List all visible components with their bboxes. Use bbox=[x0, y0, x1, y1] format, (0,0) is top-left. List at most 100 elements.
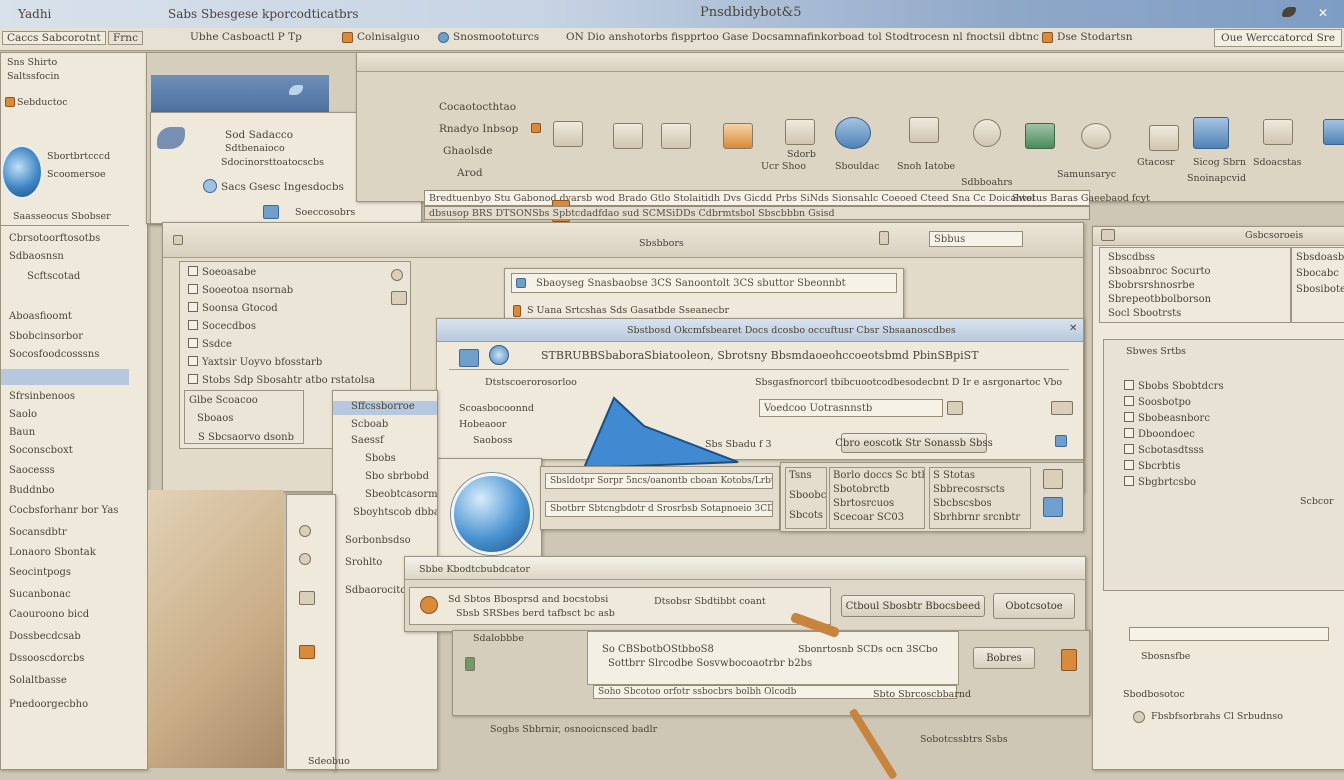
right-panel-tab[interactable]: Gsbcsoroeis bbox=[1245, 230, 1303, 241]
right-item[interactable]: Sbobeasnborc bbox=[1124, 412, 1210, 424]
calendar-icon[interactable] bbox=[1043, 469, 1063, 489]
folder-icon[interactable] bbox=[723, 123, 753, 149]
secondary-button[interactable]: Obotcsotoe bbox=[993, 593, 1075, 619]
info-line[interactable]: Sacs Gsesc Ingesdocbs bbox=[221, 181, 344, 193]
sidebar-item[interactable]: Aboasfioomt bbox=[9, 311, 72, 322]
grid-cell[interactable]: Sbrtosrcuos bbox=[833, 498, 894, 509]
list-item[interactable]: Scboab bbox=[351, 419, 388, 430]
tab-item[interactable]: Snosmoototurcs bbox=[438, 31, 539, 43]
window-icon[interactable] bbox=[879, 231, 889, 245]
tab-item[interactable]: Oue Werccatorcd Sre bbox=[1214, 29, 1343, 47]
monitor-icon[interactable] bbox=[1193, 117, 1229, 149]
window-icon[interactable] bbox=[1323, 119, 1344, 145]
gear-icon[interactable] bbox=[391, 269, 403, 281]
checkbox[interactable] bbox=[188, 338, 198, 348]
close-icon[interactable]: ✕ bbox=[1318, 6, 1332, 20]
right-side-item[interactable]: Scbcor bbox=[1300, 496, 1334, 507]
graph-icon[interactable] bbox=[1263, 119, 1293, 145]
group-item[interactable]: Sboaos bbox=[197, 413, 233, 424]
radio-icon[interactable] bbox=[1133, 711, 1145, 723]
sidebar-item[interactable]: Caouroono bicd bbox=[9, 609, 89, 620]
right-item[interactable]: Sbcrbtis bbox=[1124, 460, 1180, 472]
sidebar-item[interactable]: Sucanbonac bbox=[9, 589, 71, 600]
sidebar-item-selected[interactable] bbox=[1, 369, 129, 385]
grid-cell[interactable]: Sbotobrctb bbox=[833, 484, 890, 495]
list-item[interactable]: Saessf bbox=[351, 435, 384, 446]
checkbox[interactable] bbox=[1124, 444, 1134, 454]
grid-cell[interactable]: Scecoar SC03 bbox=[833, 512, 904, 523]
list-item[interactable]: Sorbonbsdso bbox=[345, 535, 411, 546]
right-input[interactable] bbox=[1129, 627, 1329, 641]
primary-button[interactable]: Ctboul Sbosbtr Bbocsbeed bbox=[841, 595, 985, 617]
tab-item[interactable]: Frnc bbox=[108, 31, 143, 45]
right-item[interactable]: Sbscdbss bbox=[1108, 252, 1155, 263]
document-icon[interactable] bbox=[661, 123, 691, 149]
sidebar-item[interactable]: Cbrsotoorftosotbs bbox=[9, 233, 100, 244]
badge-button[interactable]: Bobres bbox=[973, 647, 1035, 669]
right-item[interactable]: Scbotasdtsss bbox=[1124, 444, 1204, 456]
list-item[interactable]: Socecdbos bbox=[188, 320, 256, 332]
right-item[interactable]: Sbsoabnroc Socurto bbox=[1108, 266, 1211, 277]
checkbox[interactable] bbox=[188, 356, 198, 366]
mail-icon[interactable] bbox=[909, 117, 939, 143]
refresh-icon[interactable] bbox=[1081, 123, 1111, 149]
grid-cell[interactable]: S Stotas bbox=[933, 470, 975, 481]
tab-item[interactable]: Caccs Sabcorotnt bbox=[2, 31, 106, 45]
tab-item[interactable]: Colnisalguo bbox=[342, 31, 420, 43]
checkbox[interactable] bbox=[1124, 460, 1134, 470]
sidebar-item[interactable]: Sfrsinbenoos bbox=[9, 391, 75, 402]
app-logo-icon[interactable] bbox=[451, 473, 533, 555]
sidebar-item[interactable]: Solaltbasse bbox=[9, 675, 67, 686]
checkbox[interactable] bbox=[1124, 428, 1134, 438]
list-item[interactable]: Sooeotoa nsornab bbox=[188, 284, 293, 296]
right-item[interactable]: Dboondoec bbox=[1124, 428, 1195, 440]
list-item[interactable]: Sbo sbrbobd bbox=[365, 471, 429, 482]
sidebar-item[interactable]: Dossbecdcsab bbox=[9, 631, 81, 642]
right-item[interactable]: Sbobs Sbobtdcrs bbox=[1124, 380, 1224, 392]
sidebar-item[interactable]: Sdbaosnsn bbox=[9, 251, 64, 262]
sidebar-item[interactable]: Cocbsforhanr bor Yas bbox=[9, 505, 118, 516]
path-bar-secondary[interactable]: dbsusop BRS DTSONSbs Spbtcdadfdao sud SC… bbox=[424, 206, 1090, 220]
sidebar-item[interactable]: Baun bbox=[9, 427, 35, 438]
chart-icon[interactable] bbox=[1043, 497, 1063, 517]
list-item[interactable]: Sbeobtcasorm bbox=[365, 489, 437, 500]
paper-icon[interactable] bbox=[1149, 125, 1179, 151]
path-bar[interactable]: Bredtuenbyo Stu Gabonod dvarsb wod Brado… bbox=[424, 190, 1090, 206]
grid-cell[interactable]: Sbcots bbox=[789, 510, 823, 521]
sidebar-item[interactable]: Scftscotad bbox=[27, 271, 80, 282]
sidebar-header[interactable]: Sebductoc bbox=[17, 97, 68, 108]
calendar-icon[interactable] bbox=[785, 119, 815, 145]
sidebar-item[interactable]: Pnedoorgecbho bbox=[9, 699, 88, 710]
ribbon-section[interactable]: Ghaolsde bbox=[443, 145, 492, 157]
grid-cell[interactable]: Borlo doccs Sc bthtaos bbox=[833, 470, 924, 481]
ribbon-section[interactable]: Arod bbox=[457, 167, 483, 179]
sidebar-item[interactable]: Socansdbtr bbox=[9, 527, 67, 538]
search-icon[interactable] bbox=[973, 119, 1001, 147]
gear-icon[interactable] bbox=[299, 553, 311, 565]
confirm-button[interactable]: Cbro eoscotk Str Sonassb Sbss bbox=[835, 433, 993, 453]
tag-icon[interactable] bbox=[1061, 649, 1077, 671]
tab-item[interactable]: Ubhe Casboactl P Tp bbox=[190, 31, 302, 43]
grid-cell[interactable]: Sbbrecosrscts bbox=[933, 484, 1005, 495]
list-item[interactable]: Sbobs bbox=[365, 453, 396, 464]
close-icon[interactable]: ✕ bbox=[1069, 323, 1077, 334]
bird-icon[interactable] bbox=[1282, 7, 1296, 17]
sidebar-item[interactable]: Soconscboxt bbox=[9, 445, 73, 456]
cloud-icon[interactable] bbox=[835, 117, 871, 149]
checkbox[interactable] bbox=[188, 302, 198, 312]
checkbox[interactable] bbox=[188, 374, 198, 384]
lower-row[interactable]: Sottbrr Slrcodbe Sosvwbocoaotrbr b2bs bbox=[608, 658, 812, 669]
list-item[interactable]: Ssdce bbox=[188, 338, 232, 350]
right-side-item[interactable]: Sbsdoasboc bbox=[1296, 252, 1344, 263]
checkbox[interactable] bbox=[1124, 412, 1134, 422]
list-item[interactable]: Sffcssborroe bbox=[351, 401, 415, 412]
sidebar-item[interactable]: Saocesss bbox=[9, 465, 55, 476]
checkbox[interactable] bbox=[188, 266, 198, 276]
lock-icon[interactable] bbox=[299, 645, 315, 659]
list-item[interactable]: Sboyhtscob dbba bbox=[353, 507, 437, 518]
chart-icon[interactable] bbox=[613, 123, 643, 149]
sidebar-item[interactable]: Lonaoro Sbontak bbox=[9, 547, 96, 558]
list-row[interactable]: Sbsldotpr Sorpr 5ncs/oanontb cboan Kotob… bbox=[545, 473, 773, 489]
browse-icon[interactable] bbox=[947, 401, 963, 415]
ribbon-section[interactable]: Rnadyo Inbsop bbox=[439, 123, 518, 135]
